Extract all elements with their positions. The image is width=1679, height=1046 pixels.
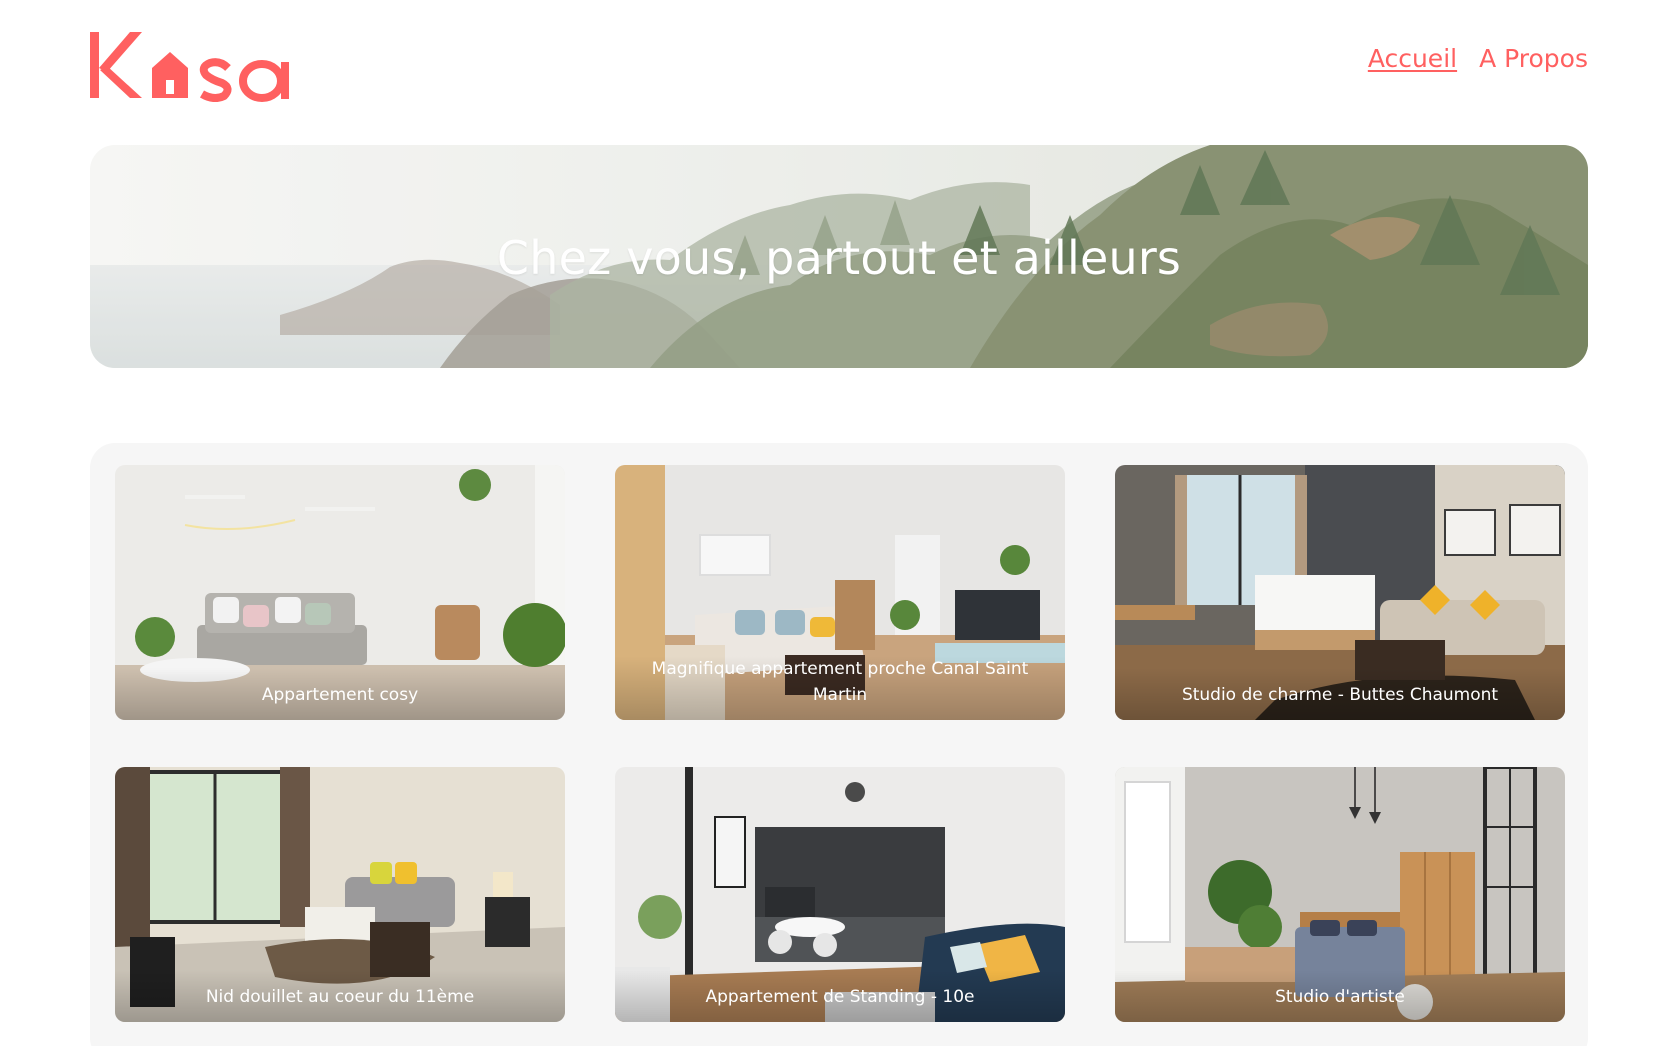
listing-card[interactable]: Studio d'artiste	[1115, 767, 1565, 1022]
hero-banner: Chez vous, partout et ailleurs	[90, 145, 1588, 368]
banner-title: Chez vous, partout et ailleurs	[496, 231, 1182, 285]
listing-card[interactable]: Magnifique appartement proche Canal Sain…	[615, 465, 1065, 720]
nav-link-a-propos[interactable]: A Propos	[1479, 44, 1588, 73]
listings-gallery: Appartement cosy Magnifique appartement …	[90, 443, 1588, 1046]
main-nav: Accueil A Propos	[1368, 44, 1588, 73]
listing-card[interactable]: Appartement de Standing - 10e	[615, 767, 1065, 1022]
listing-card[interactable]: Appartement cosy	[115, 465, 565, 720]
listing-card-title: Nid douillet au coeur du 11ème	[115, 970, 565, 1022]
listing-card-title: Appartement cosy	[115, 668, 565, 720]
listing-card[interactable]: Nid douillet au coeur du 11ème	[115, 767, 565, 1022]
site-header: Accueil A Propos	[90, 30, 1588, 102]
listing-card-title: Appartement de Standing - 10e	[615, 970, 1065, 1022]
kasa-logo[interactable]	[90, 30, 305, 102]
nav-link-accueil[interactable]: Accueil	[1368, 44, 1457, 73]
listing-card[interactable]: Studio de charme - Buttes Chaumont	[1115, 465, 1565, 720]
listing-card-title: Studio d'artiste	[1115, 970, 1565, 1022]
kasa-logo-mark	[90, 32, 289, 102]
listing-card-title: Studio de charme - Buttes Chaumont	[1115, 668, 1565, 720]
listing-card-title: Magnifique appartement proche Canal Sain…	[615, 656, 1065, 720]
